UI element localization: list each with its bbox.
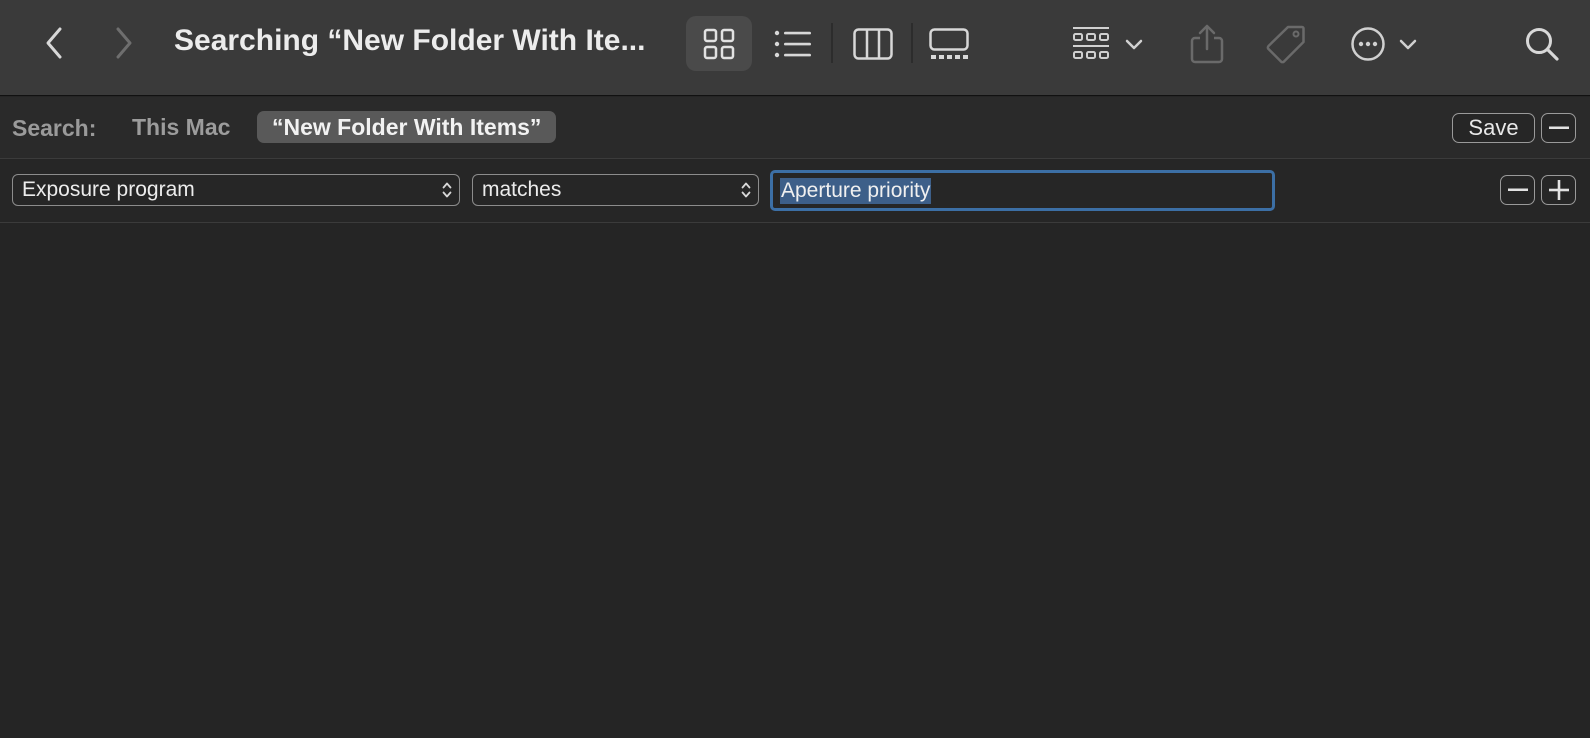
scope-this-mac-button[interactable]: This Mac	[117, 111, 245, 143]
save-search-button[interactable]: Save	[1452, 113, 1535, 143]
window-title: Searching “New Folder With Ite...	[174, 24, 646, 57]
group-by-icon	[1073, 26, 1109, 59]
chevron-right-icon	[116, 27, 132, 59]
results-area	[0, 224, 1590, 738]
search-scope-bar: Search: This Mac “New Folder With Items”…	[0, 97, 1590, 159]
search-button[interactable]	[1520, 20, 1564, 68]
list-icon	[774, 30, 811, 57]
search-criteria-row: Exposure program matches Aperture priori…	[0, 160, 1590, 223]
gallery-view-button[interactable]	[924, 16, 974, 71]
minus-icon	[1548, 126, 1569, 129]
list-view-button[interactable]	[768, 16, 818, 71]
remove-scope-button[interactable]	[1541, 113, 1576, 143]
columns-icon	[853, 27, 893, 60]
up-down-arrows-icon	[741, 182, 751, 198]
chevron-left-icon	[46, 27, 62, 59]
gallery-icon	[929, 27, 969, 59]
more-actions-button[interactable]	[1350, 16, 1430, 71]
chevron-down-icon	[1399, 39, 1417, 49]
criteria-value-field[interactable]: Aperture priority	[770, 170, 1275, 211]
tag-icon	[1266, 25, 1305, 63]
icon-view-button[interactable]	[686, 16, 752, 71]
operator-popup-value: matches	[482, 178, 562, 201]
add-criteria-button[interactable]	[1541, 175, 1576, 205]
chevron-down-icon	[1125, 39, 1143, 49]
up-down-arrows-icon	[442, 182, 452, 198]
operator-popup[interactable]: matches	[472, 174, 759, 206]
search-label: Search:	[12, 115, 97, 141]
tag-button[interactable]	[1262, 16, 1310, 71]
remove-criteria-button[interactable]	[1500, 175, 1535, 205]
group-by-button[interactable]	[1072, 16, 1152, 71]
toolbar-separator	[831, 23, 833, 63]
ellipsis-circle-icon	[1351, 26, 1385, 61]
column-view-button[interactable]	[848, 16, 898, 71]
share-button[interactable]	[1186, 16, 1228, 71]
minus-icon	[1507, 188, 1528, 191]
plus-icon	[1548, 180, 1569, 200]
grid-icon	[703, 28, 735, 59]
attribute-popup[interactable]: Exposure program	[12, 174, 460, 206]
search-icon	[1526, 28, 1559, 61]
criteria-value-text: Aperture priority	[780, 178, 932, 204]
back-button[interactable]	[34, 22, 74, 64]
attribute-popup-value: Exposure program	[22, 178, 195, 201]
scope-folder-button[interactable]: “New Folder With Items”	[257, 111, 557, 143]
toolbar-separator	[911, 23, 913, 63]
forward-button[interactable]	[104, 22, 144, 64]
share-icon	[1190, 24, 1224, 63]
toolbar: Searching “New Folder With Ite...	[0, 0, 1590, 96]
